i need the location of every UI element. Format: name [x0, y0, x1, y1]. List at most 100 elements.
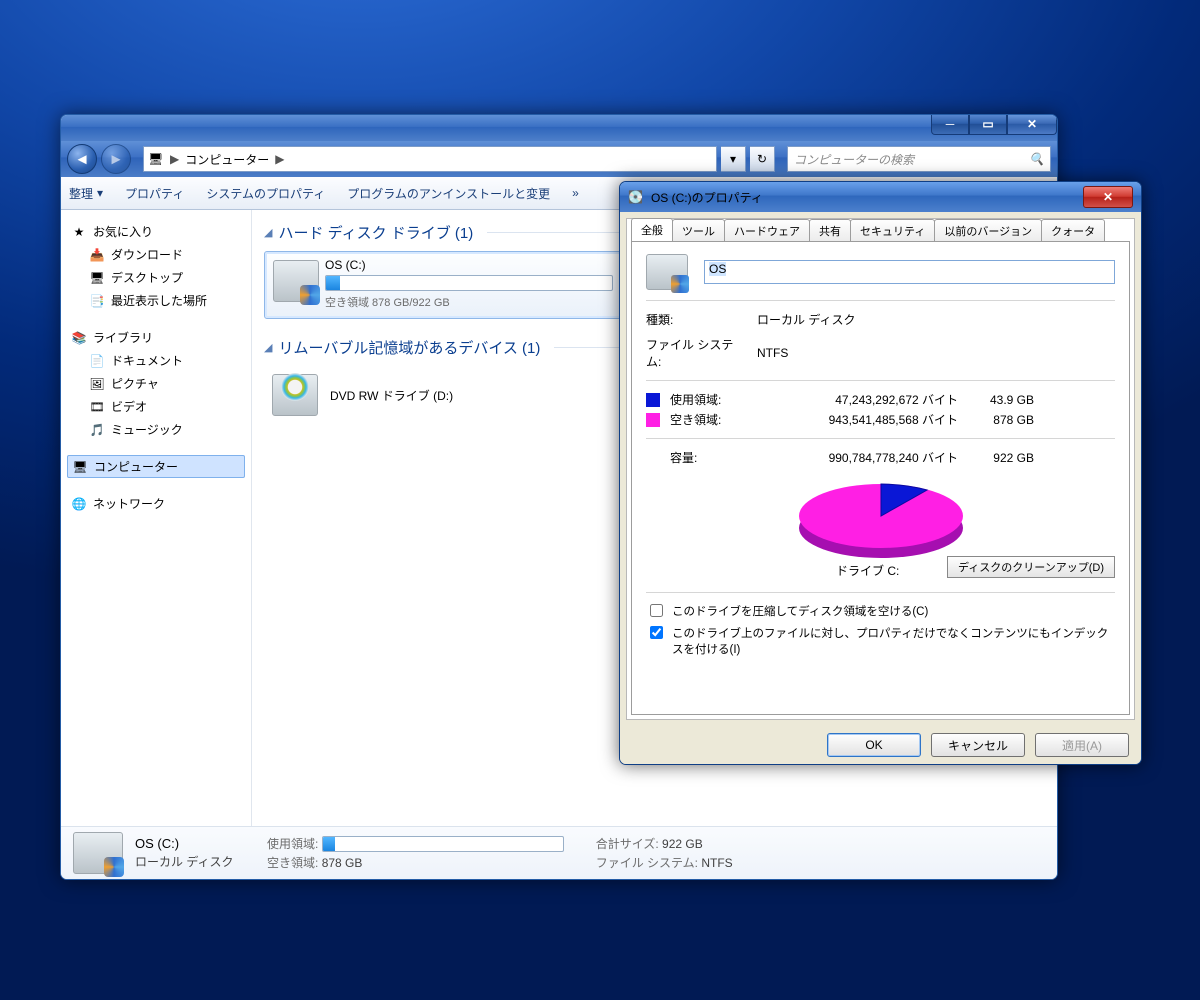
network-icon: 🌐	[71, 497, 87, 511]
index-checkbox[interactable]	[650, 626, 663, 639]
drive-tile-c[interactable]: OS (C:) 空き領域 878 GB/922 GB	[264, 251, 622, 319]
tab-panel-general: OS 種類:ローカル ディスク ファイル システム:NTFS 使用領域: 47,…	[631, 241, 1130, 715]
hdd-icon	[273, 260, 319, 302]
drive-name: DVD RW ドライブ (D:)	[330, 387, 453, 404]
nav-computer[interactable]: 🖥コンピューター	[67, 455, 245, 478]
nav-documents[interactable]: 📄ドキュメント	[67, 349, 245, 372]
compress-checkbox[interactable]	[650, 604, 663, 617]
free-label: 空き領域:	[670, 411, 738, 428]
toolbar-system-properties[interactable]: システムのプロパティ	[206, 185, 325, 202]
dialog-titlebar[interactable]: 💽 OS (C:)のプロパティ ✕	[620, 182, 1141, 212]
index-label: このドライブ上のファイルに対し、プロパティだけでなくコンテンツにもインデックスを…	[672, 625, 1115, 657]
dialog-body: 全般 ツール ハードウェア 共有 セキュリティ 以前のバージョン クォータ OS…	[626, 218, 1135, 720]
dialog-title: OS (C:)のプロパティ	[651, 189, 763, 206]
star-icon: ★	[71, 225, 87, 239]
toolbar-uninstall[interactable]: プログラムのアンインストールと変更	[347, 185, 550, 202]
dialog-close-button[interactable]: ✕	[1083, 186, 1133, 208]
nav-libraries-header[interactable]: 📚ライブラリ	[67, 326, 245, 349]
tab-general[interactable]: 全般	[631, 218, 673, 241]
apply-button[interactable]: 適用(A)	[1035, 733, 1129, 757]
free-gb: 878 GB	[968, 413, 1034, 427]
nav-recent[interactable]: 📑最近表示した場所	[67, 289, 245, 312]
back-button[interactable]: ◄	[67, 144, 97, 174]
search-input[interactable]: コンピューターの検索 🔍	[787, 146, 1051, 172]
free-bytes: 943,541,485,568 バイト	[748, 411, 958, 428]
details-total-value: 922 GB	[662, 837, 703, 851]
details-type: ローカル ディスク	[135, 853, 255, 870]
disk-cleanup-button[interactable]: ディスクのクリーンアップ(D)	[947, 556, 1115, 578]
tab-sharing[interactable]: 共有	[809, 219, 851, 242]
nav-network[interactable]: 🌐ネットワーク	[67, 492, 245, 515]
forward-button[interactable]: ►	[101, 144, 131, 174]
tab-tools[interactable]: ツール	[672, 219, 725, 242]
desktop-icon: 🖥	[89, 271, 105, 285]
properties-dialog: 💽 OS (C:)のプロパティ ✕ 全般 ツール ハードウェア 共有 セキュリテ…	[619, 181, 1142, 765]
capacity-bytes: 990,784,778,240 バイト	[748, 449, 958, 466]
music-icon: 🎵	[89, 423, 105, 437]
folder-icon: 📥	[89, 248, 105, 262]
cancel-button[interactable]: キャンセル	[931, 733, 1025, 757]
details-total-label: 合計サイズ:	[596, 837, 659, 851]
drive-name-input[interactable]: OS	[704, 260, 1115, 284]
fs-value: NTFS	[757, 346, 788, 360]
type-value: ローカル ディスク	[757, 311, 856, 328]
toolbar-properties[interactable]: プロパティ	[125, 185, 184, 202]
details-fs-label: ファイル システム:	[596, 856, 698, 870]
explorer-titlebar[interactable]: ─ ▭ ✕	[61, 115, 1057, 141]
chevron-down-icon: ▾	[97, 186, 103, 200]
nav-desktop[interactable]: 🖥デスクトップ	[67, 266, 245, 289]
drive-icon	[646, 254, 688, 290]
address-dropdown[interactable]: ▾	[721, 146, 746, 172]
toolbar-organize[interactable]: 整理 ▾	[69, 185, 103, 202]
tab-hardware[interactable]: ハードウェア	[724, 219, 810, 242]
drive-free-text: 空き領域 878 GB/922 GB	[325, 294, 613, 310]
search-icon: 🔍	[1029, 152, 1044, 166]
window-control-buttons: ─ ▭ ✕	[931, 114, 1057, 135]
search-placeholder: コンピューターの検索	[794, 151, 914, 168]
capacity-label: 容量:	[670, 449, 738, 466]
picture-icon: 🖼	[89, 377, 105, 391]
breadcrumb-chevron-icon[interactable]: ▶	[275, 152, 284, 166]
toolbar-overflow[interactable]: »	[572, 186, 579, 200]
nav-downloads[interactable]: 📥ダウンロード	[67, 243, 245, 266]
libraries-icon: 📚	[71, 331, 87, 345]
breadcrumb-chevron-icon[interactable]: ▶	[170, 152, 179, 166]
type-label: 種類:	[646, 311, 741, 328]
close-button[interactable]: ✕	[1007, 114, 1057, 135]
pie-chart-area: ドライブ C: ディスクのクリーンアップ(D)	[646, 472, 1115, 582]
pie-drive-label: ドライブ C:	[836, 562, 899, 579]
dialog-tabs: 全般 ツール ハードウェア 共有 セキュリティ 以前のバージョン クォータ	[631, 218, 1130, 241]
collapse-icon: ◢	[264, 341, 272, 354]
details-pane: OS (C:) ローカル ディスク 使用領域: 空き領域: 878 GB 合計サ…	[61, 826, 1057, 879]
used-bytes: 47,243,292,672 バイト	[748, 391, 958, 408]
capacity-gb: 922 GB	[968, 451, 1034, 465]
nav-music[interactable]: 🎵ミュージック	[67, 418, 245, 441]
collapse-icon: ◢	[264, 226, 272, 239]
index-checkbox-row[interactable]: このドライブ上のファイルに対し、プロパティだけでなくコンテンツにもインデックスを…	[646, 625, 1115, 657]
used-gb: 43.9 GB	[968, 393, 1034, 407]
drive-icon: 💽	[628, 190, 643, 204]
nav-videos[interactable]: 🎞ビデオ	[67, 395, 245, 418]
free-swatch	[646, 413, 660, 427]
tab-previous-versions[interactable]: 以前のバージョン	[934, 219, 1042, 242]
nav-pictures[interactable]: 🖼ピクチャ	[67, 372, 245, 395]
maximize-button[interactable]: ▭	[969, 114, 1007, 135]
drive-name: OS (C:)	[325, 258, 613, 272]
tab-quota[interactable]: クォータ	[1041, 219, 1105, 242]
compress-label: このドライブを圧縮してディスク領域を空ける(C)	[672, 603, 928, 619]
nav-favorites-header[interactable]: ★お気に入り	[67, 220, 245, 243]
ok-button[interactable]: OK	[827, 733, 921, 757]
breadcrumb-computer[interactable]: コンピューター	[179, 151, 275, 168]
nav-row: ◄ ► ▶ コンピューター ▶ ▾ ↻ コンピューターの検索 🔍	[61, 141, 1057, 177]
tab-security[interactable]: セキュリティ	[850, 219, 935, 242]
dialog-button-row: OK キャンセル 適用(A)	[620, 726, 1141, 764]
recent-icon: 📑	[89, 294, 105, 308]
refresh-button[interactable]: ↻	[750, 146, 775, 172]
details-free-label: 空き領域:	[267, 856, 318, 870]
video-icon: 🎞	[89, 400, 105, 414]
minimize-button[interactable]: ─	[931, 114, 969, 135]
address-bar[interactable]: ▶ コンピューター ▶	[143, 146, 717, 172]
compress-checkbox-row[interactable]: このドライブを圧縮してディスク領域を空ける(C)	[646, 603, 1115, 620]
computer-icon: 🖥	[72, 460, 88, 474]
used-swatch	[646, 393, 660, 407]
